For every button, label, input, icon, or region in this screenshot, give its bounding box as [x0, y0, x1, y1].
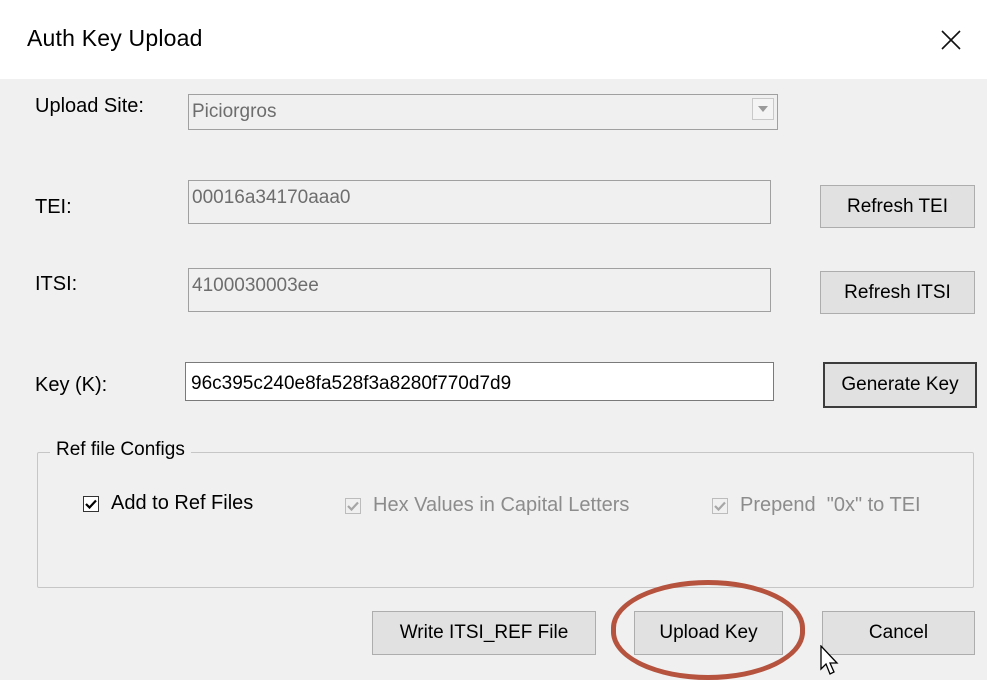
key-input[interactable] [185, 362, 774, 401]
prepend-0x-checkbox[interactable]: Prepend "0x" to TEI [712, 494, 921, 517]
mouse-cursor-icon [820, 645, 839, 675]
checkbox-box [83, 495, 99, 512]
add-to-ref-label: Add to Ref Files [111, 492, 254, 514]
checkbox-box [345, 497, 361, 514]
close-button[interactable] [915, 0, 987, 79]
cancel-button[interactable]: Cancel [822, 611, 975, 655]
itsi-value: 4100030003ee [192, 275, 319, 296]
upload-site-value: Piciorgros [192, 101, 277, 122]
add-to-ref-checkbox[interactable]: Add to Ref Files [83, 492, 253, 515]
upload-site-label: Upload Site: [35, 95, 144, 117]
chevron-down-icon [758, 106, 768, 112]
hex-capital-label: Hex Values in Capital Letters [373, 494, 630, 516]
itsi-field: 4100030003ee [188, 268, 771, 312]
generate-key-button[interactable]: Generate Key [823, 362, 977, 408]
checkmark-icon [347, 501, 359, 511]
dropdown-arrow[interactable] [752, 98, 774, 120]
ref-configs-title: Ref file Configs [50, 439, 191, 461]
upload-site-select[interactable]: Piciorgros [188, 94, 778, 130]
refresh-itsi-button[interactable]: Refresh ITSI [820, 271, 975, 314]
tei-label: TEI: [35, 196, 72, 218]
title-bar: Auth Key Upload [0, 0, 987, 79]
key-label: Key (K): [35, 374, 108, 396]
checkbox-box [712, 497, 728, 514]
tei-value: 00016a34170aaa0 [192, 187, 351, 208]
tei-field: 00016a34170aaa0 [188, 180, 771, 224]
hex-capital-checkbox[interactable]: Hex Values in Capital Letters [345, 494, 629, 517]
close-icon [941, 29, 961, 50]
itsi-label: ITSI: [35, 273, 78, 295]
write-itsi-ref-button[interactable]: Write ITSI_REF File [372, 611, 596, 655]
upload-key-button[interactable]: Upload Key [634, 611, 783, 655]
ref-configs-group [37, 452, 974, 588]
refresh-tei-button[interactable]: Refresh TEI [820, 185, 975, 228]
checkmark-icon [85, 499, 97, 509]
prepend-0x-label: Prepend "0x" to TEI [740, 494, 921, 516]
checkmark-icon [714, 501, 726, 511]
dialog-title: Auth Key Upload [27, 25, 203, 51]
